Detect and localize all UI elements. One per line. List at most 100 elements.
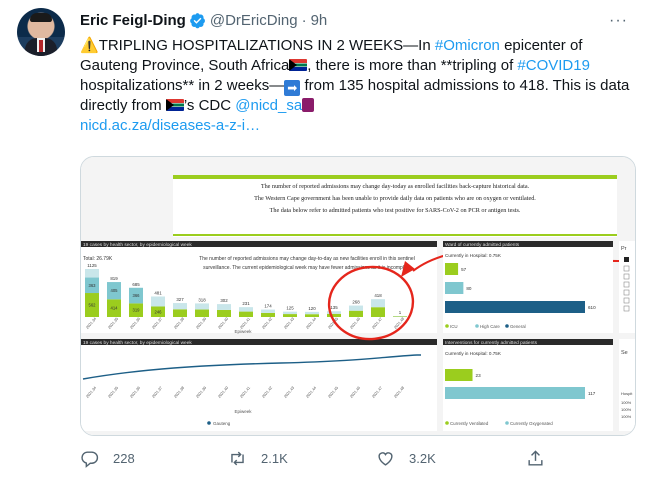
province-panel	[81, 339, 437, 431]
share-button[interactable]	[526, 449, 559, 468]
bar-segment-light	[173, 303, 187, 310]
tweet-header: Eric Feigl-Ding @DrEricDing · 9h	[80, 10, 327, 30]
tweet-media-image[interactable]: The number of reported admissions may ch…	[80, 156, 636, 436]
bar-segment-lime	[283, 314, 297, 317]
side-tab-2: Se	[621, 350, 628, 356]
reply-icon	[81, 451, 99, 468]
verified-badge-icon	[189, 12, 205, 28]
hashtag-omicron[interactable]: #Omicron	[435, 37, 500, 54]
reply-count: 228	[113, 451, 135, 466]
bar-seg-b-label: 319	[133, 308, 141, 313]
bar-total-label: 302	[220, 298, 228, 303]
side-pct-2: 100%	[621, 407, 632, 412]
tweet-time[interactable]: 9h	[311, 12, 328, 29]
bar-seg-b-label: 246	[155, 309, 163, 314]
bar-segment-lime	[217, 309, 231, 317]
intervention-legend-dot	[505, 421, 509, 425]
bar-segment-light	[349, 305, 363, 311]
ward-legend-label: General	[510, 324, 526, 329]
side-tab-1: Pr	[621, 246, 627, 252]
bar-total-label: 231	[242, 301, 250, 306]
total-label: Total: 26.79K	[83, 256, 113, 262]
gauteng-legend-dot	[207, 421, 211, 425]
ward-bar-label: 610	[588, 305, 596, 310]
bar-total-label: 819	[110, 276, 118, 281]
tweet-actions: 228 2.1K 3.2K	[80, 449, 560, 471]
ward-panel-title: Ward of currently admitted patients	[445, 242, 520, 248]
mention-nicd[interactable]: @nicd_sa	[235, 97, 302, 114]
hashtag-covid19[interactable]: #COVID19	[517, 57, 590, 74]
banner-line-1: The number of reported admissions may ch…	[261, 183, 530, 190]
bar-segment-lime	[327, 313, 341, 317]
banner-line-3: The data below refer to admitted patient…	[270, 207, 521, 214]
bar-segment-light	[151, 296, 165, 307]
intervention-legend-label: Currently Oxygenated	[510, 421, 553, 426]
bar-segment-lime	[239, 311, 253, 317]
bar-segment-light	[239, 307, 253, 312]
currently-label: Currently in Hospital: 0.75K	[445, 253, 502, 258]
ward-bar	[445, 301, 585, 313]
retweet-button[interactable]: 2.1K	[228, 449, 288, 468]
share-icon	[528, 450, 543, 466]
ward-legend-label: ICU	[450, 324, 458, 329]
filter-checkbox	[623, 281, 630, 288]
text-part-3: , there is more than **tripling of	[307, 57, 518, 74]
bar-seg-a-label: 405	[111, 288, 119, 293]
south-africa-flag-icon	[289, 59, 308, 71]
intervention-legend-label: Currently Ventilated	[450, 421, 489, 426]
bar-segment-lime	[393, 316, 407, 317]
filter-checkbox	[623, 265, 630, 272]
bar-segment-light	[195, 303, 209, 310]
author-handle[interactable]: @DrEricDing	[210, 12, 298, 29]
ward-bar	[445, 263, 459, 275]
tweet: Eric Feigl-Ding @DrEricDing · 9h ··· ⚠️T…	[0, 0, 648, 479]
bar-segment-lime	[173, 309, 187, 317]
ward-bar-label: 57	[461, 267, 467, 272]
more-options-icon[interactable]: ···	[609, 12, 628, 30]
bar-segment-lime	[261, 312, 275, 317]
banner-top-bar	[173, 175, 617, 179]
ward-legend-dot	[505, 324, 509, 328]
filter-checkbox	[623, 305, 630, 312]
bar-total-label: 174	[264, 304, 272, 309]
reply-button[interactable]: 228	[80, 449, 135, 468]
province-panel-title: 19 cases by health sector, by epidemiolo…	[83, 340, 192, 346]
tweet-text: ⚠️TRIPLING HOSPITALIZATIONS IN 2 WEEKS—I…	[80, 36, 632, 136]
bar-segment-light	[305, 311, 319, 315]
text-part-6: ’s CDC	[183, 97, 236, 114]
side-pct-3: 100%	[621, 414, 632, 419]
avatar[interactable]	[17, 8, 65, 56]
ward-legend-dot	[475, 324, 479, 328]
bar-segment-light	[261, 309, 275, 313]
bar-total-label: 685	[132, 282, 140, 287]
note-line-1: The number of reported admissions may ch…	[199, 256, 415, 262]
cases-panel-title: 19 cases by health sector, by epidemiolo…	[83, 242, 192, 248]
banner-bottom-bar	[173, 234, 617, 236]
intervention-bar	[445, 387, 585, 399]
intervention-bar-label: 23	[476, 373, 482, 378]
filter-checkbox	[623, 289, 630, 296]
bar-segment-lime	[371, 307, 385, 317]
warning-emoji: ⚠️	[80, 37, 99, 54]
south-africa-flag-icon	[165, 99, 184, 111]
interventions-panel-title: Interventions for currently admitted pat…	[445, 340, 538, 346]
bar-total-label: 125	[286, 306, 294, 311]
dashboard-screenshot: The number of reported admissions may ch…	[81, 157, 635, 435]
bar-segment-lime	[195, 309, 209, 317]
right-arrow-icon: ➡	[284, 80, 301, 96]
bar-seg-a-label: 363	[89, 283, 97, 288]
text-part-4: hospitalizations** in 2 weeks—	[80, 77, 285, 94]
ward-legend-label: High Care	[480, 324, 500, 329]
author-name[interactable]: Eric Feigl-Ding	[80, 12, 186, 29]
bar-total-label: 327	[176, 297, 184, 302]
x-axis-title: Epiweek	[234, 329, 252, 334]
thread-spool-icon	[302, 98, 315, 112]
ward-legend-dot	[445, 324, 449, 328]
external-link[interactable]: nicd.ac.za/diseases-a-z-i…	[80, 117, 260, 134]
bar-total-label: 135	[330, 305, 338, 310]
bar-segment-lime	[349, 310, 363, 317]
side-tab-3: Hospit	[621, 391, 633, 396]
like-button[interactable]: 3.2K	[376, 449, 436, 468]
bar-total-label: 268	[352, 300, 360, 305]
currently-label-2: Currently in Hospital: 0.75K	[445, 351, 502, 356]
